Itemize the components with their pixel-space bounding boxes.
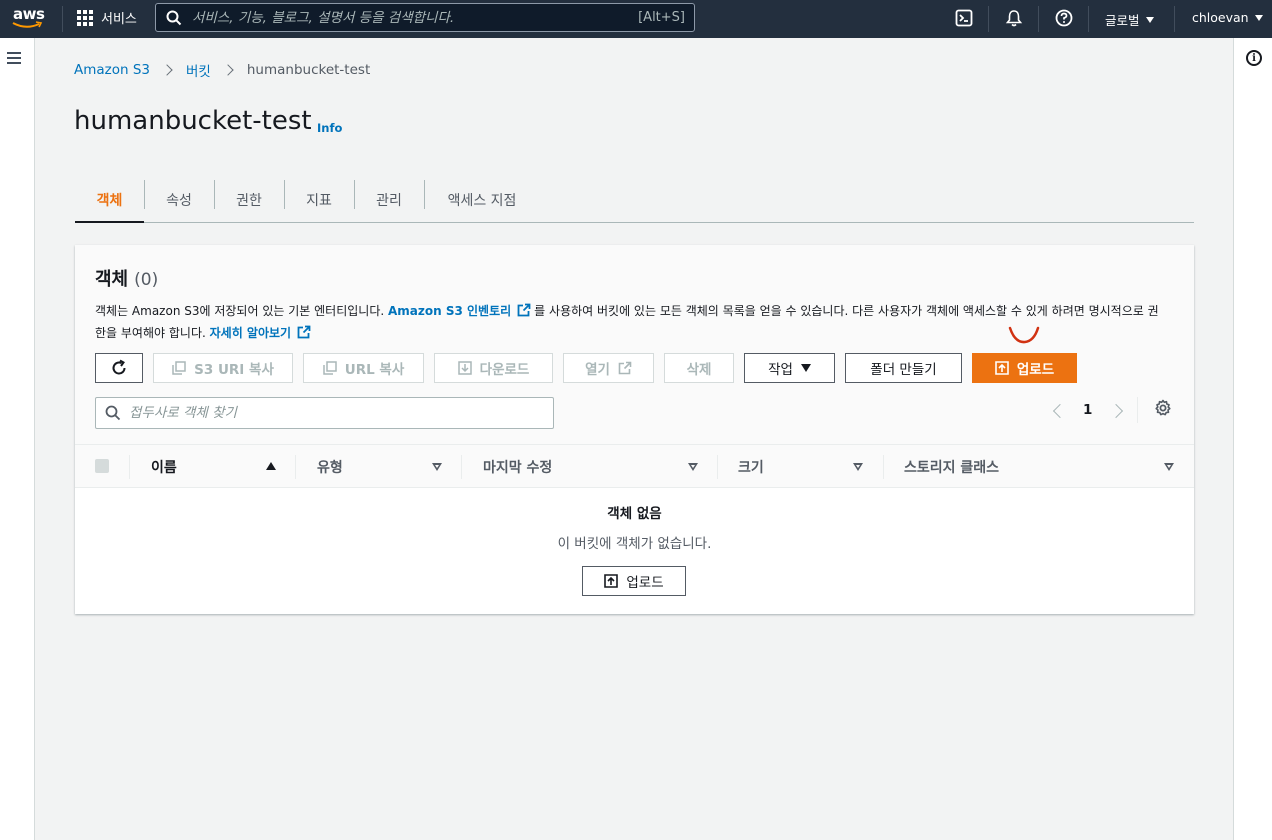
aws-smile-icon (12, 21, 43, 28)
caret-down-icon (1254, 14, 1263, 21)
search-input[interactable] (192, 8, 612, 28)
bell-icon[interactable] (1004, 8, 1024, 28)
search-shortcut-hint: [Alt+S] (638, 10, 685, 25)
menu-icon[interactable] (7, 52, 21, 64)
delete-button[interactable]: 삭제 (664, 353, 734, 383)
sort-icon[interactable] (432, 463, 442, 471)
annotation-mark (1008, 326, 1040, 344)
nav-divider (988, 6, 989, 32)
chevron-left-icon[interactable] (1052, 403, 1068, 419)
pager-divider (1137, 397, 1138, 423)
create-folder-button[interactable]: 폴더 만들기 (845, 353, 962, 383)
top-navigation: aws 서비스 [Alt+S] (0, 0, 1272, 38)
right-rail: i (1233, 38, 1272, 840)
services-label: 서비스 (101, 12, 137, 27)
column-divider (461, 455, 462, 479)
learn-more-link[interactable]: 자세히 알아보기 (210, 326, 291, 340)
nav-divider (1038, 6, 1039, 32)
actions-dropdown[interactable]: 작업 (744, 353, 835, 383)
external-link-icon (618, 361, 632, 375)
chevron-right-icon (161, 64, 173, 76)
tab-properties[interactable]: 속성 (144, 178, 214, 222)
column-divider (295, 455, 296, 479)
upload-button[interactable]: 업로드 (972, 353, 1077, 383)
prefix-filter-input[interactable] (129, 404, 529, 422)
nav-divider (1174, 6, 1175, 32)
tab-permissions[interactable]: 권한 (214, 178, 284, 222)
refresh-icon (112, 359, 126, 375)
column-divider (717, 455, 718, 479)
empty-state-description: 이 버킷에 객체가 없습니다. (557, 536, 712, 552)
sort-icon[interactable] (688, 463, 698, 471)
caret-down-icon (1145, 16, 1154, 23)
page-number[interactable]: 1 (1083, 402, 1092, 418)
objects-count: (0) (134, 270, 159, 290)
breadcrumb-amazon-s3[interactable]: Amazon S3 (74, 62, 150, 78)
column-divider (129, 455, 130, 479)
external-link-icon (517, 303, 531, 317)
objects-title: 객체 (95, 269, 129, 290)
region-menu[interactable]: 글로벌 (1105, 10, 1154, 29)
account-menu[interactable]: chloevan (1192, 10, 1263, 25)
tab-objects[interactable]: 객체 (75, 178, 144, 223)
empty-state-title: 객체 없음 (607, 506, 662, 522)
empty-state-upload-button[interactable]: 업로드 (582, 566, 686, 596)
global-search[interactable]: [Alt+S] (155, 3, 695, 32)
info-link[interactable]: Info (317, 121, 342, 135)
sort-icon[interactable] (1164, 463, 1174, 471)
open-button[interactable]: 열기 (563, 353, 654, 383)
upload-icon (995, 361, 1009, 375)
objects-panel: 객체 (0) 객체는 Amazon S3에 저장되어 있는 기본 엔터티입니다. … (75, 245, 1194, 614)
help-icon[interactable] (1054, 8, 1074, 28)
copy-icon (172, 361, 186, 375)
aws-logo[interactable]: aws (12, 3, 46, 33)
caret-down-icon (800, 364, 811, 372)
cloudshell-icon[interactable] (954, 8, 974, 28)
search-icon (105, 405, 121, 421)
column-header-type[interactable]: 유형 (317, 457, 343, 477)
table-header: 이름 유형 마지막 수정 크기 스토리지 클래스 (75, 444, 1194, 488)
copy-s3-uri-button[interactable]: S3 URI 복사 (153, 353, 293, 383)
tab-bar: 객체 속성 권한 지표 관리 액세스 지점 (75, 178, 1194, 223)
external-link-icon (297, 325, 311, 339)
upload-icon (604, 574, 619, 588)
copy-url-button[interactable]: URL 복사 (303, 353, 424, 383)
gear-icon[interactable] (1154, 399, 1172, 417)
search-icon (166, 10, 182, 26)
sort-icon[interactable] (853, 463, 863, 471)
inventory-link[interactable]: Amazon S3 인벤토리 (388, 304, 511, 318)
nav-divider (62, 6, 63, 32)
download-button[interactable]: 다운로드 (434, 353, 553, 383)
column-divider (883, 455, 884, 479)
account-label: chloevan (1192, 10, 1249, 25)
breadcrumb-buckets[interactable]: 버킷 (186, 60, 211, 80)
breadcrumb-current: humanbucket-test (246, 62, 371, 78)
download-icon (457, 361, 472, 375)
objects-heading: 객체 (0) (95, 265, 158, 291)
column-header-storage-class[interactable]: 스토리지 클래스 (904, 457, 999, 477)
services-menu-button[interactable]: 서비스 (77, 8, 137, 27)
nav-divider (1088, 6, 1089, 32)
select-all-checkbox[interactable] (95, 459, 109, 473)
tab-metrics[interactable]: 지표 (284, 178, 354, 222)
chevron-right-icon (222, 64, 234, 76)
column-header-last-modified[interactable]: 마지막 수정 (483, 457, 552, 477)
left-rail (0, 38, 35, 840)
column-header-name[interactable]: 이름 (151, 457, 177, 477)
grid-icon (77, 9, 93, 26)
info-panel-icon[interactable]: i (1246, 50, 1262, 66)
tab-access-points[interactable]: 액세스 지점 (424, 178, 540, 222)
prefix-filter[interactable] (95, 397, 554, 429)
tab-management[interactable]: 관리 (354, 178, 424, 222)
sort-ascending-icon[interactable] (266, 462, 276, 470)
region-label: 글로벌 (1105, 13, 1140, 28)
copy-icon (323, 361, 337, 375)
page-title: humanbucket-test (74, 106, 312, 136)
chevron-right-icon[interactable] (1108, 403, 1124, 419)
refresh-button[interactable] (95, 353, 143, 383)
column-header-size[interactable]: 크기 (738, 457, 764, 477)
breadcrumb: Amazon S3 버킷 humanbucket-test (74, 60, 370, 80)
objects-description: 객체는 Amazon S3에 저장되어 있는 기본 엔터티입니다. Amazon… (95, 303, 1159, 340)
